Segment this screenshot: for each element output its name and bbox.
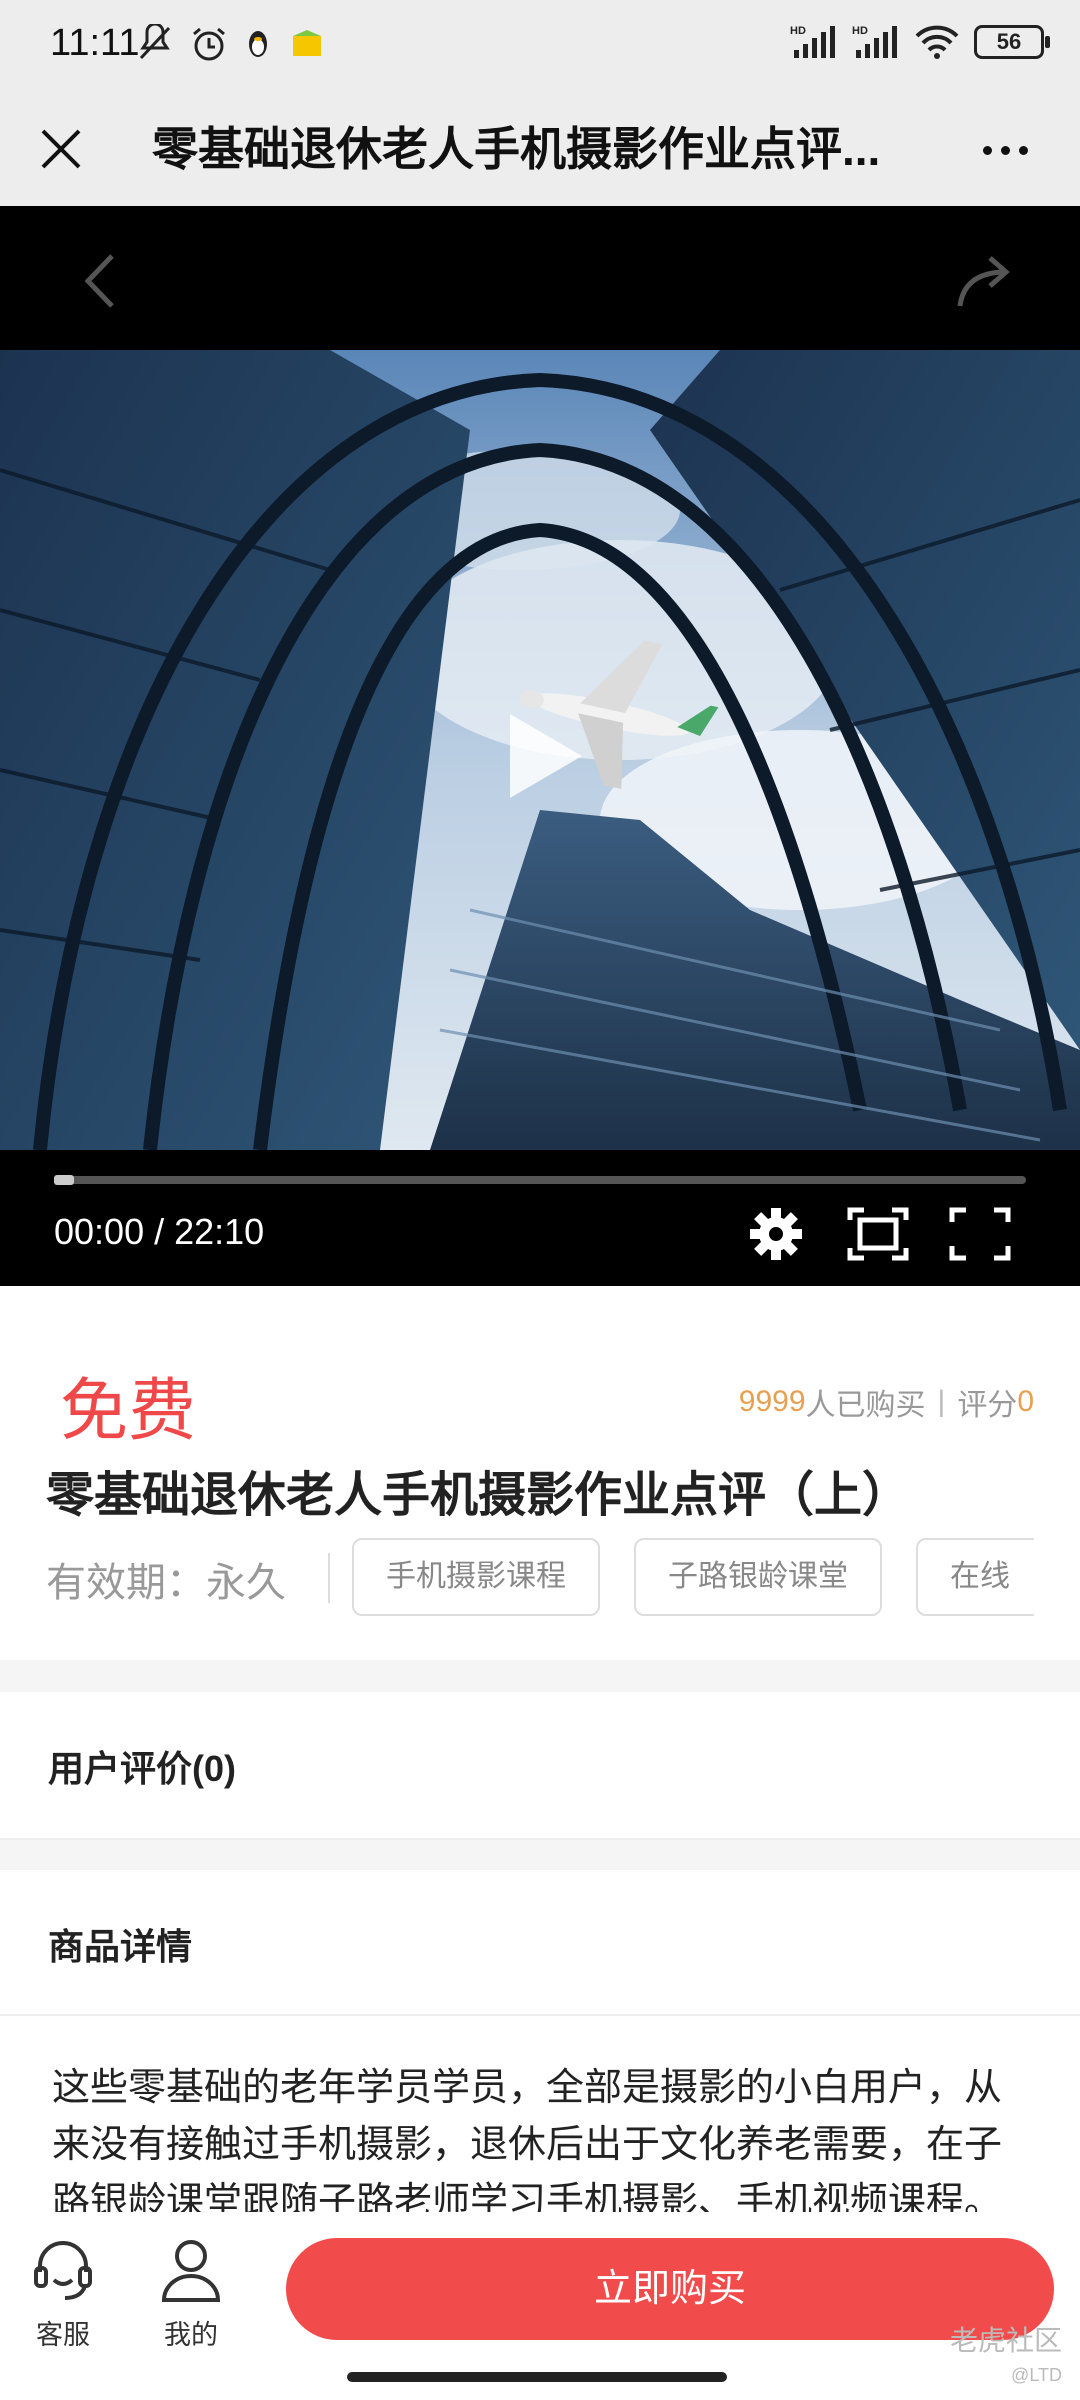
more-button[interactable] <box>970 122 1040 178</box>
mine-label: 我的 <box>164 2320 218 2350</box>
details-section-title: 商品详情 <box>48 1926 193 1967</box>
app-notification-icon <box>293 30 321 56</box>
more-dot <box>1000 145 1010 155</box>
tags-row[interactable]: 手机摄影课程 子路银龄课堂 在线 <box>352 1538 1034 1618</box>
more-dot <box>982 145 992 155</box>
rating-label: 评分 <box>957 1389 1018 1422</box>
product-title: 零基础退休老人手机摄影作业点评（上） <box>46 1469 911 1522</box>
watermark-text: 老虎社区 <box>949 2325 1062 2356</box>
video-top-nav <box>0 206 1080 346</box>
time-display: 00:00 / 22:10 <box>54 1211 265 1252</box>
battery-icon: 56 <box>974 25 1050 59</box>
service-label: 客服 <box>36 2320 90 2350</box>
play-icon[interactable] <box>500 706 590 806</box>
page-title: 零基础退休老人手机摄影作业点评... <box>152 123 881 175</box>
buy-now-button[interactable]: 立即购买 <box>286 2238 1054 2340</box>
share-arrow-icon[interactable] <box>950 246 1020 316</box>
stats-divider: | <box>937 1385 946 1418</box>
title-bar: 零基础退休老人手机摄影作业点评... <box>0 92 1080 206</box>
reviews-section-title[interactable]: 用户评价(0) <box>48 1740 236 1792</box>
buyers-count: 9999 <box>738 1385 806 1418</box>
headset-icon <box>34 2241 92 2300</box>
tag-online[interactable]: 在线 <box>916 1538 1034 1616</box>
settings-gear-icon[interactable] <box>744 1204 808 1264</box>
tag-phone-photography[interactable]: 手机摄影课程 <box>352 1538 600 1616</box>
close-icon <box>41 129 81 169</box>
buyers-suffix: 人已购买 <box>805 1389 926 1422</box>
user-icon <box>161 2240 221 2302</box>
status-bar: 11:11 HD HD 56 <box>0 0 1080 92</box>
close-button[interactable] <box>26 114 96 184</box>
validity-label: 有效期：永久 <box>46 1561 286 1605</box>
fullscreen-icon[interactable] <box>948 1204 1012 1264</box>
product-description: 这些零基础的老年学员学员，全部是摄影的小白用户，从来没有接触过手机摄影，退休后出… <box>52 2067 1003 2212</box>
watermark: 老虎社区 @LTD <box>950 2324 1062 2392</box>
price-label: 免费 <box>60 1372 197 1451</box>
status-time: 11:11 <box>50 22 140 64</box>
home-indicator[interactable] <box>347 2372 727 2382</box>
section-gap <box>0 1840 1080 1870</box>
rating-value: 0 <box>1017 1385 1034 1418</box>
customer-service-button[interactable]: 客服 <box>18 2236 108 2352</box>
signal-icon-2: HD <box>852 25 897 58</box>
mute-icon <box>139 24 171 60</box>
screen-mode-icon[interactable] <box>846 1204 910 1264</box>
section-gap <box>0 1660 1080 1692</box>
alarm-icon <box>193 27 225 61</box>
watermark-sub: @LTD <box>1011 2365 1062 2385</box>
status-icons-left <box>135 24 327 64</box>
purchase-stats: 9999 人已购买 | 评分 0 <box>739 1380 1034 1424</box>
wifi-icon <box>915 25 959 59</box>
divider <box>328 1553 330 1603</box>
signal-icon: HD <box>790 25 835 58</box>
more-dot <box>1018 145 1028 155</box>
hd-label: HD <box>852 25 868 37</box>
video-player[interactable]: 00:00 / 22:10 <box>0 206 1080 1286</box>
tag-zilu-silver-class[interactable]: 子路银龄课堂 <box>634 1538 882 1616</box>
penguin-icon <box>249 31 267 57</box>
back-arrow-icon[interactable] <box>70 246 130 316</box>
progress-thumb[interactable] <box>54 1175 74 1185</box>
status-icons-right: HD HD 56 <box>790 24 1050 60</box>
hd-label: HD <box>790 25 806 37</box>
progress-bar[interactable] <box>54 1175 1026 1185</box>
divider <box>0 2014 1080 2016</box>
mine-button[interactable]: 我的 <box>146 2236 236 2352</box>
